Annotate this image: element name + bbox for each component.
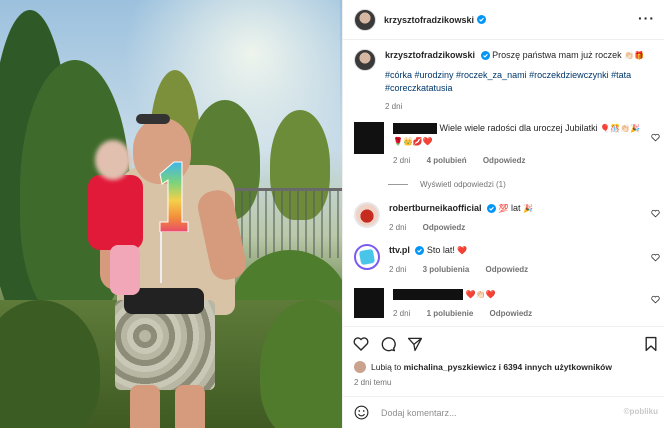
liker-avatar[interactable] — [354, 361, 366, 373]
post-header: krzysztofradzikowski ··· — [343, 0, 664, 40]
comment-heart-icon[interactable] — [651, 253, 660, 262]
comment-emojis: ❤️ — [457, 246, 468, 255]
comment-text: lat — [511, 203, 521, 213]
post-photo[interactable] — [0, 0, 342, 428]
comment-likes[interactable]: 3 polubienia — [423, 265, 470, 274]
comment-text: Sto lat! — [426, 245, 455, 255]
comment-text: Wiele wiele radości dla uroczej Jubilatk… — [439, 123, 598, 133]
post-time: 2 dni temu — [354, 378, 392, 387]
comments-scroll[interactable]: krzysztofradzikowski Proszę państwa mam … — [343, 41, 664, 326]
heart-icon[interactable] — [353, 336, 369, 352]
redacted-avatar — [354, 122, 384, 154]
caption-emojis: 👏🏻🎁 — [624, 51, 645, 60]
comment-heart-icon[interactable] — [651, 209, 660, 218]
author-avatar[interactable] — [354, 8, 376, 31]
caption-text: Proszę państwa mam już roczek — [492, 50, 622, 60]
likes-summary: Lubią to michalina_pyszkiewicz i 6394 in… — [354, 361, 612, 373]
comment-composer — [343, 396, 664, 428]
comment-emojis: 🌹👑💋❤️ — [393, 137, 433, 146]
reply-button[interactable]: Odpowiedz — [483, 156, 526, 165]
comment-heart-icon[interactable] — [651, 295, 660, 304]
redacted-avatar — [354, 288, 384, 318]
balloon-stick — [160, 228, 162, 283]
action-bar — [343, 326, 664, 360]
comment-emojis: ❤️👏🏻❤️ — [465, 290, 496, 299]
comment-likes[interactable]: 1 polubienie — [427, 309, 474, 318]
more-dots-icon[interactable]: ··· — [638, 10, 655, 26]
child-dress — [88, 175, 143, 250]
caption-hashtags[interactable]: #córka #urodziny #roczek_za_nami #roczek… — [385, 69, 654, 95]
comment-bubble-icon[interactable] — [380, 336, 396, 352]
ttv-logo — [358, 248, 376, 266]
redacted-username — [393, 289, 463, 301]
watermark: ©pobliku — [623, 407, 658, 416]
comment-author[interactable]: ttv.pl — [389, 245, 410, 255]
verified-badge-icon — [487, 204, 497, 214]
comment-item: robertburneikaofficial 💯 lat 🎉 2 dni Odp… — [354, 202, 654, 234]
bookmark-icon[interactable] — [643, 336, 659, 352]
commenter-avatar[interactable] — [354, 202, 380, 228]
smiley-icon[interactable] — [354, 405, 369, 420]
comment-author[interactable]: robertburneikaofficial — [389, 203, 482, 213]
comment-heart-icon[interactable] — [651, 133, 660, 142]
comment-input[interactable] — [381, 407, 611, 418]
child-blurred-face — [95, 140, 131, 180]
reply-button[interactable]: Odpowiedz — [423, 223, 466, 232]
comment-emojis: 🎈🎊👏🏻🎉 — [600, 124, 640, 133]
number-one-balloon — [159, 161, 189, 232]
post-side-panel: krzysztofradzikowski ··· krzysztofradzik… — [342, 0, 664, 428]
verified-badge-icon — [477, 15, 487, 24]
author-username[interactable]: krzysztofradzikowski — [384, 15, 474, 25]
comment-age: 2 dni — [393, 309, 411, 318]
comment-age: 2 dni — [389, 265, 407, 274]
reply-button[interactable]: Odpowiedz — [490, 309, 533, 318]
view-replies-label: Wyświetl odpowiedzi (1) — [420, 180, 506, 189]
send-icon[interactable] — [407, 336, 423, 352]
comment-likes[interactable]: 4 polubień — [427, 156, 467, 165]
caption-age: 2 dni — [385, 102, 403, 111]
redacted-username — [393, 123, 437, 135]
man-leg — [130, 385, 160, 428]
reply-button[interactable]: Odpowiedz — [486, 265, 529, 274]
comment-age: 2 dni — [389, 223, 407, 232]
comment-item: Wiele wiele radości dla uroczej Jubilatk… — [354, 122, 654, 167]
comment-emojis: 🎉 — [523, 204, 534, 213]
commenter-avatar[interactable] — [354, 244, 380, 270]
man-leg — [175, 385, 205, 428]
view-replies-button[interactable]: Wyświetl odpowiedzi (1) — [388, 180, 506, 189]
comment-age: 2 dni — [393, 156, 411, 165]
caption-author-avatar[interactable] — [354, 49, 376, 71]
comment-item: ❤️👏🏻❤️ 2 dni 1 polubienie Odpowiedz — [354, 288, 654, 320]
sunglasses — [136, 114, 170, 124]
caption-author[interactable]: krzysztofradzikowski — [385, 50, 475, 60]
verified-badge-icon — [415, 246, 425, 256]
divider-line — [388, 184, 408, 185]
post-caption: krzysztofradzikowski Proszę państwa mam … — [354, 49, 654, 113]
liker-username[interactable]: michalina_pyszkiewicz — [404, 362, 497, 372]
comment-item: ttv.pl Sto lat! ❤️ 2 dni 3 polubienia Od… — [354, 244, 654, 276]
verified-badge-icon — [480, 51, 490, 61]
likes-prefix: Lubią to — [371, 362, 402, 372]
likes-count[interactable]: i 6394 innych użytkowników — [499, 362, 612, 372]
comment-emojis: 💯 — [498, 204, 509, 213]
child-legs — [110, 245, 140, 295]
